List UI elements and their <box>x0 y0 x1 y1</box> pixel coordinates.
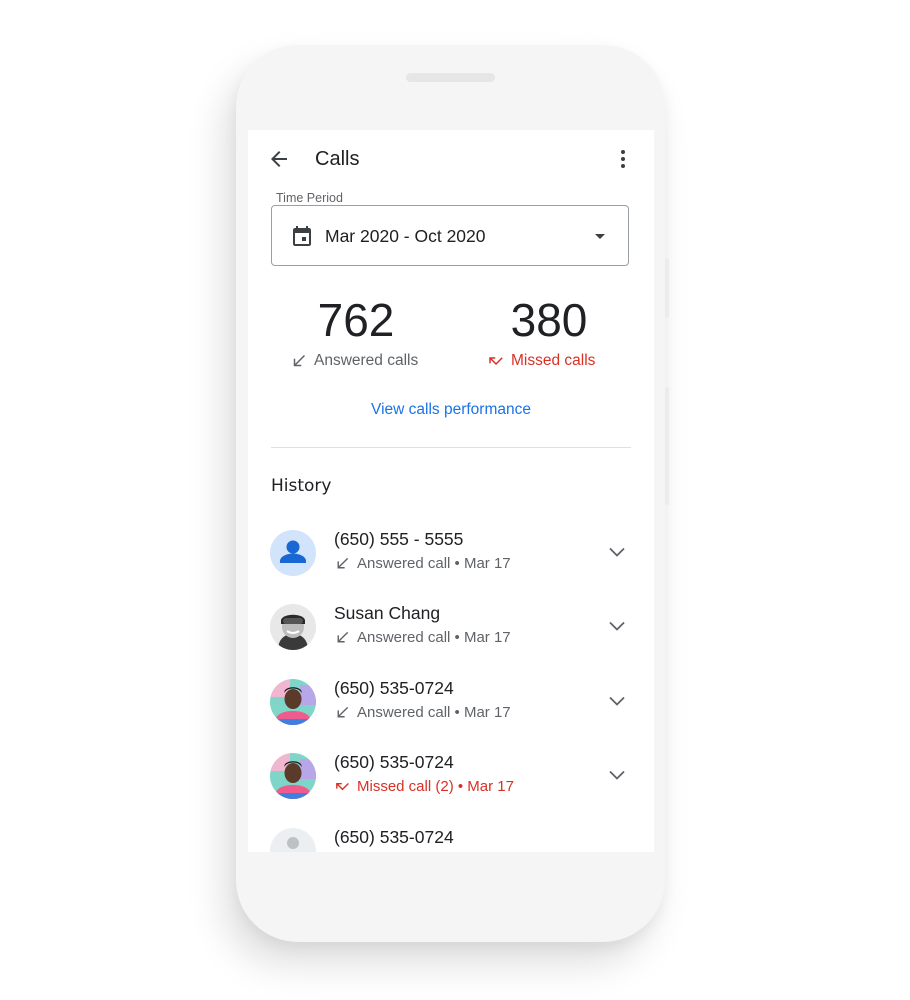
back-button[interactable] <box>267 147 291 171</box>
avatar <box>270 753 316 799</box>
time-period-select[interactable]: Mar 2020 - Oct 2020 <box>271 205 629 266</box>
divider <box>271 447 631 448</box>
call-status-text: Answered call • Mar 17 <box>357 555 511 572</box>
more-options-button[interactable] <box>611 147 635 171</box>
chevron-down-icon <box>609 547 625 557</box>
phone-frame: Calls Mar 2020 - Oct 2020 Time Period 76… <box>236 45 669 942</box>
history-heading: History <box>271 476 332 496</box>
phone-speaker <box>406 73 495 82</box>
call-missed-icon <box>336 782 349 791</box>
placeholder-avatar-icon <box>287 837 299 849</box>
chevron-down-icon <box>609 696 625 706</box>
phone-screen: Calls Mar 2020 - Oct 2020 Time Period 76… <box>248 130 654 852</box>
avatar <box>270 530 316 576</box>
history-item[interactable]: Susan Chang Answered call • Mar 17 <box>248 603 654 678</box>
caller-name: (650) 555 - 5555 <box>334 529 464 549</box>
time-period-value: Mar 2020 - Oct 2020 <box>325 226 486 246</box>
dropdown-arrow-icon <box>588 224 612 248</box>
phone-power-button <box>665 258 669 318</box>
expand-button[interactable] <box>605 689 629 713</box>
chevron-down-icon <box>609 621 625 631</box>
expand-button[interactable] <box>605 763 629 787</box>
call-received-icon <box>337 557 349 569</box>
caller-name: (650) 535-0724 <box>334 678 454 698</box>
caller-name: Susan Chang <box>334 603 441 623</box>
contact-photo-icon <box>270 679 316 725</box>
more-vert-icon <box>621 150 625 168</box>
call-status: Answered call • Mar 17 <box>334 629 511 646</box>
history-item[interactable]: (650) 555 - 5555 Answered call • Mar 17 <box>248 529 654 604</box>
time-period-label: Time Period <box>275 191 344 205</box>
expand-button[interactable] <box>605 614 629 638</box>
person-icon <box>280 540 306 563</box>
call-status: Missed call (2) • Mar 17 <box>334 778 514 795</box>
missed-calls-text: Missed calls <box>511 352 596 369</box>
call-status: Answered call • Mar 17 <box>334 555 511 572</box>
answered-calls-text: Answered calls <box>314 352 419 369</box>
contact-photo-icon <box>270 753 316 799</box>
phone-volume-button <box>665 387 669 505</box>
avatar <box>270 828 316 852</box>
call-status-text: Missed call (2) • Mar 17 <box>357 778 514 795</box>
avatar <box>270 604 316 650</box>
calendar-icon <box>290 224 314 248</box>
contact-photo-icon <box>270 604 316 650</box>
missed-calls-label: Missed calls <box>487 352 595 370</box>
page-title: Calls <box>315 148 360 170</box>
call-status-text: Answered call • Mar 17 <box>357 704 511 721</box>
call-received-icon <box>337 631 349 643</box>
missed-calls-count: 380 <box>510 294 588 346</box>
view-calls-performance-link[interactable]: View calls performance <box>248 401 654 419</box>
history-item[interactable]: (650) 535-0724 Answered call • Mar 17 <box>248 678 654 753</box>
call-received-icon <box>337 706 349 718</box>
caller-name: (650) 535-0724 <box>334 752 454 772</box>
answered-calls-label: Answered calls <box>290 352 418 370</box>
caller-name: (650) 535-0724 <box>334 827 454 847</box>
history-item[interactable]: (650) 535-0724 Missed call (2) • Mar 17 <box>248 752 654 827</box>
call-status-text: Answered call • Mar 17 <box>357 629 511 646</box>
answered-calls-count: 762 <box>317 294 395 346</box>
history-item[interactable]: (650) 535-0724 <box>248 827 654 852</box>
call-missed-icon <box>489 357 503 366</box>
arrow-back-icon <box>271 151 287 167</box>
expand-button[interactable] <box>605 540 629 564</box>
call-received-icon <box>293 355 305 367</box>
call-status: Answered call • Mar 17 <box>334 704 511 721</box>
avatar <box>270 679 316 725</box>
chevron-down-icon <box>609 770 625 780</box>
